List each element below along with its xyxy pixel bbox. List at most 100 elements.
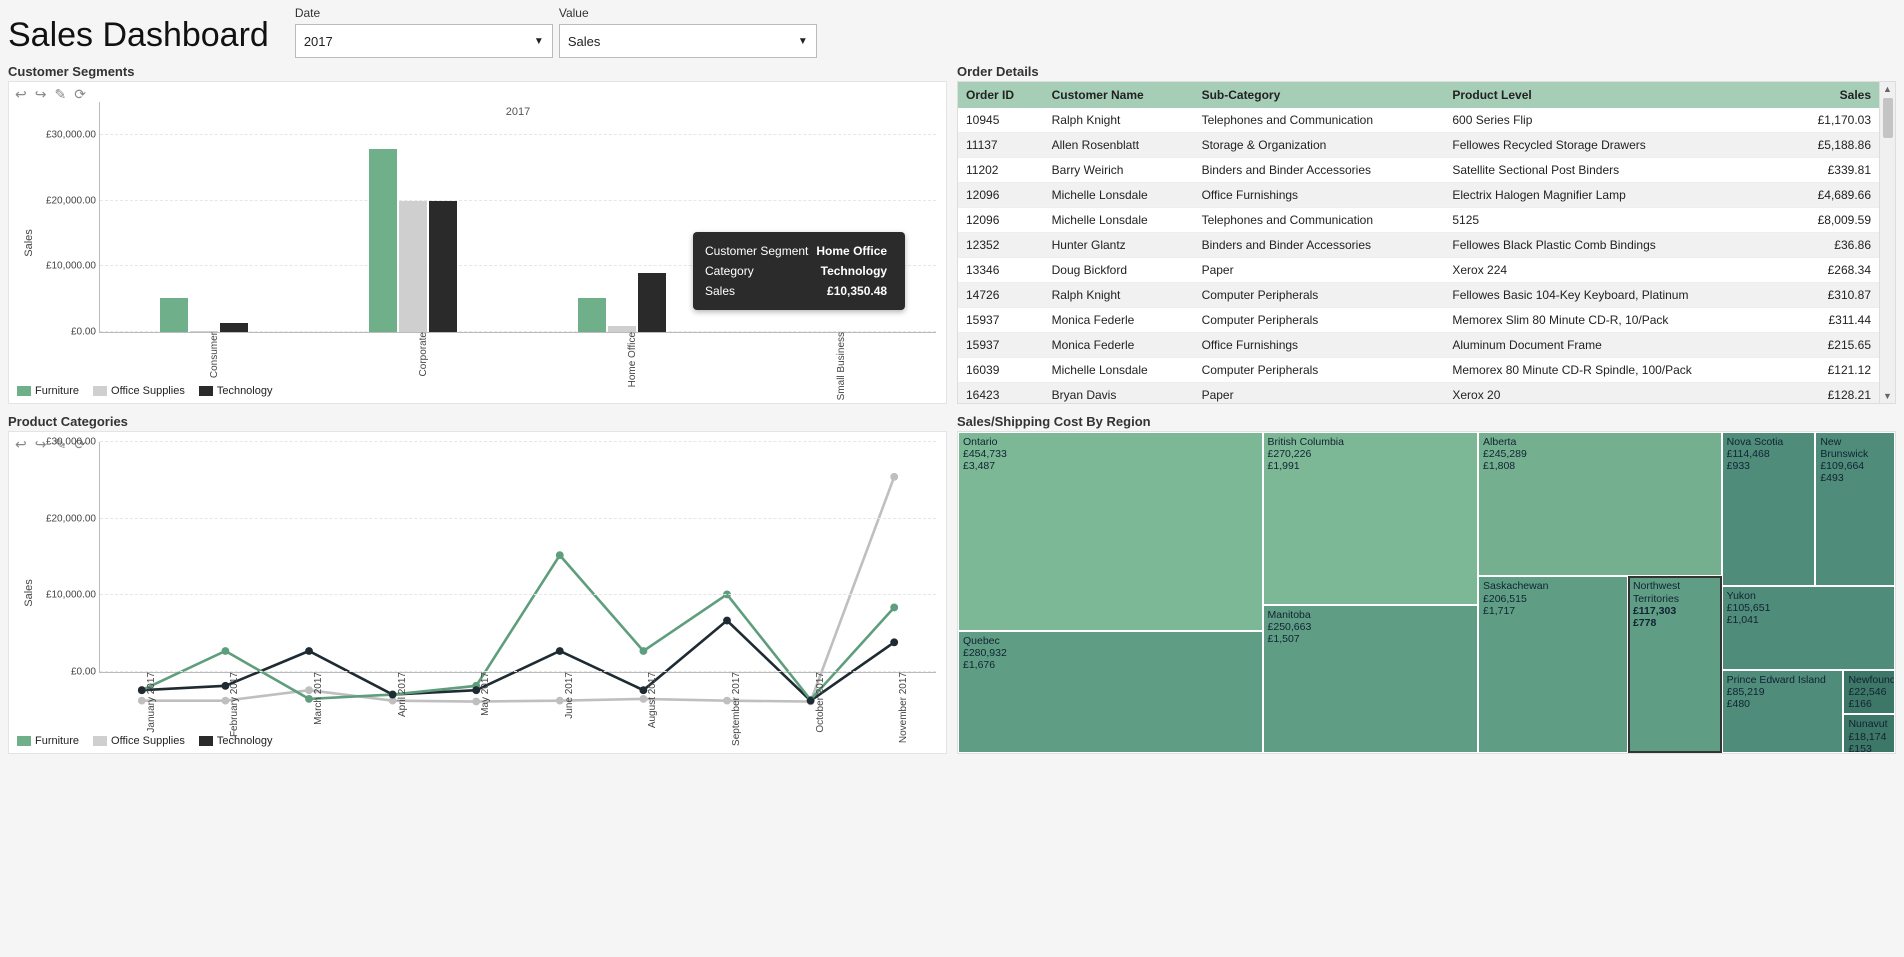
table-row[interactable]: 12096Michelle LonsdaleOffice Furnishings…: [958, 183, 1879, 208]
table-cell: 12096: [958, 208, 1044, 233]
treemap-node[interactable]: Ontario£454,733£3,487: [958, 432, 1263, 631]
table-cell: 14726: [958, 283, 1044, 308]
bar[interactable]: [638, 273, 666, 332]
col-subcategory[interactable]: Sub-Category: [1194, 82, 1445, 108]
legend-item[interactable]: Office Supplies: [93, 385, 185, 397]
bar[interactable]: [369, 149, 397, 332]
treemap-node[interactable]: Northwest Territories£117,303£778: [1628, 576, 1722, 753]
x-category-label: Home Office: [623, 332, 638, 387]
col-customer[interactable]: Customer Name: [1044, 82, 1194, 108]
line-point[interactable]: [639, 647, 647, 655]
table-row[interactable]: 15937Monica FederleOffice FurnishingsAlu…: [958, 333, 1879, 358]
treemap-node-sales: £280,932: [963, 647, 1258, 659]
table-row[interactable]: 11202Barry WeirichBinders and Binder Acc…: [958, 158, 1879, 183]
table-cell: Fellowes Recycled Storage Drawers: [1444, 133, 1786, 158]
bar[interactable]: [578, 298, 606, 332]
table-cell: Fellowes Basic 104-Key Keyboard, Platinu…: [1444, 283, 1786, 308]
legend-item[interactable]: Furniture: [17, 735, 79, 747]
table-cell: £268.34: [1786, 258, 1879, 283]
treemap-node[interactable]: Manitoba£250,663£1,507: [1263, 605, 1479, 753]
eraser-icon[interactable]: ✎: [54, 86, 66, 103]
treemap-node-ship: £1,717: [1483, 605, 1623, 617]
line-point[interactable]: [221, 647, 229, 655]
table-cell: Hunter Glantz: [1044, 233, 1194, 258]
undo-icon[interactable]: ↩: [15, 86, 27, 103]
table-row[interactable]: 14726Ralph KnightComputer PeripheralsFel…: [958, 283, 1879, 308]
table-row[interactable]: 13346Doug BickfordPaperXerox 224£268.34: [958, 258, 1879, 283]
table-cell: £8,009.59: [1786, 208, 1879, 233]
legend-item[interactable]: Technology: [199, 735, 273, 747]
table-row[interactable]: 12352Hunter GlantzBinders and Binder Acc…: [958, 233, 1879, 258]
line-series[interactable]: [142, 555, 894, 700]
treemap-node[interactable]: Yukon£105,651£1,041: [1722, 586, 1895, 669]
treemap-node[interactable]: Nova Scotia£114,468£933: [1722, 432, 1816, 586]
scroll-thumb[interactable]: [1883, 98, 1893, 138]
treemap-node-name: New Brunswick: [1820, 436, 1890, 460]
order-table-scroll[interactable]: Order ID Customer Name Sub-Category Prod…: [958, 82, 1879, 403]
treemap-node[interactable]: British Columbia£270,226£1,991: [1263, 432, 1479, 605]
redo-icon[interactable]: ↪: [35, 86, 47, 103]
treemap-node[interactable]: Saskachewan£206,515£1,717: [1478, 576, 1628, 753]
customer-segments-chart[interactable]: ↩ ↪ ✎ ⟳ Sales 2017 £0.00£10,000.00£20,00…: [8, 81, 947, 404]
treemap-node[interactable]: Nunavut£18,174£153: [1843, 714, 1895, 753]
table-cell: 12352: [958, 233, 1044, 258]
line-series[interactable]: [142, 621, 894, 701]
col-product[interactable]: Product Level: [1444, 82, 1786, 108]
x-category-label: April 2017: [393, 672, 408, 717]
table-cell: Michelle Lonsdale: [1044, 358, 1194, 383]
line-point[interactable]: [556, 551, 564, 559]
table-row[interactable]: 15937Monica FederleComputer PeripheralsM…: [958, 308, 1879, 333]
col-sales[interactable]: Sales: [1786, 82, 1879, 108]
x-category-label: Corporate: [414, 332, 429, 376]
bar[interactable]: [160, 298, 188, 332]
treemap-node[interactable]: Prince Edward Island£85,219£480: [1722, 670, 1844, 753]
value-filter-select[interactable]: Sales ▼: [559, 24, 817, 58]
treemap-node-ship: £153: [1848, 743, 1890, 753]
treemap-node[interactable]: Alberta£245,289£1,808: [1478, 432, 1722, 576]
x-category-label: September 2017: [727, 672, 742, 746]
line-point[interactable]: [723, 617, 731, 625]
y-tick-label: £30,000.00: [46, 129, 100, 140]
table-cell: Michelle Lonsdale: [1044, 208, 1194, 233]
redo-icon[interactable]: ↪: [35, 436, 47, 453]
treemap-node[interactable]: Newfoundland£22,546£166: [1843, 670, 1895, 715]
product-categories-chart[interactable]: ↩ ↪ ✎ ⟳ Sales £0.00£10,000.00£20,000.00£…: [8, 431, 947, 754]
bar[interactable]: [429, 201, 457, 332]
table-row[interactable]: 12096Michelle LonsdaleTelephones and Com…: [958, 208, 1879, 233]
bar[interactable]: [399, 201, 427, 332]
region-panel: Sales/Shipping Cost By Region ↩ ↪ ✎ Onta…: [957, 414, 1896, 754]
table-row[interactable]: 16039Michelle LonsdaleComputer Periphera…: [958, 358, 1879, 383]
table-scrollbar[interactable]: ▲ ▼: [1879, 82, 1895, 403]
table-cell: £36.86: [1786, 233, 1879, 258]
refresh-icon[interactable]: ⟳: [74, 86, 86, 103]
line-point[interactable]: [890, 638, 898, 646]
line-point[interactable]: [890, 473, 898, 481]
table-cell: Office Furnishings: [1194, 183, 1445, 208]
caret-down-icon: ▼: [534, 36, 544, 47]
tooltip-key: Category: [705, 262, 814, 280]
treemap-node[interactable]: New Brunswick£109,664£493: [1815, 432, 1895, 586]
treemap-node-ship: £1,041: [1727, 614, 1890, 626]
line-y-axis-label: Sales: [23, 579, 35, 607]
legend-item[interactable]: Furniture: [17, 385, 79, 397]
table-row[interactable]: 16423Bryan DavisPaperXerox 20£128.21: [958, 383, 1879, 404]
date-filter-select[interactable]: 2017 ▼: [295, 24, 553, 58]
line-point[interactable]: [890, 604, 898, 612]
treemap-node[interactable]: Quebec£280,932£1,676: [958, 631, 1263, 753]
legend-item[interactable]: Office Supplies: [93, 735, 185, 747]
table-row[interactable]: 11137Allen RosenblattStorage & Organizat…: [958, 133, 1879, 158]
col-order-id[interactable]: Order ID: [958, 82, 1044, 108]
line-point[interactable]: [556, 647, 564, 655]
treemap-node-sales: £105,651: [1727, 602, 1890, 614]
scroll-down-icon[interactable]: ▼: [1881, 389, 1894, 403]
table-cell: 15937: [958, 308, 1044, 333]
bar[interactable]: [220, 323, 248, 332]
scroll-up-icon[interactable]: ▲: [1881, 82, 1894, 96]
region-treemap[interactable]: ↩ ↪ ✎ Ontario£454,733£3,487British Colum…: [957, 431, 1896, 754]
segments-legend: Furniture Office Supplies Technology: [9, 379, 280, 403]
table-row[interactable]: 10945Ralph KnightTelephones and Communic…: [958, 108, 1879, 133]
legend-item[interactable]: Technology: [199, 385, 273, 397]
line-point[interactable]: [305, 647, 313, 655]
undo-icon[interactable]: ↩: [15, 436, 27, 453]
value-filter: Value Sales ▼: [559, 6, 817, 58]
